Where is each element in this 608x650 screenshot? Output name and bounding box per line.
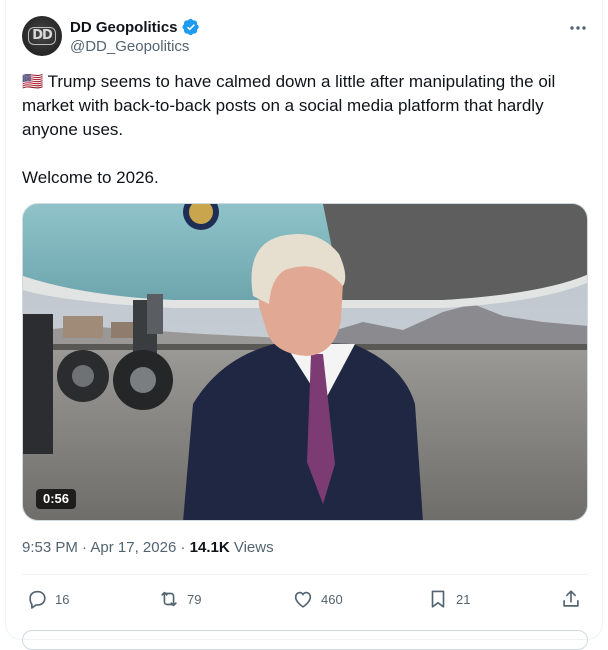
- bookmark-count: 21: [456, 591, 471, 607]
- action-bar: 16 79 460 21: [22, 586, 588, 612]
- like-button[interactable]: 460: [292, 586, 343, 612]
- like-count: 460: [321, 591, 343, 607]
- share-button[interactable]: [560, 586, 582, 612]
- meta-separator: ·: [176, 539, 190, 556]
- tweet-time[interactable]: 9:53 PM: [22, 539, 78, 556]
- bookmark-icon: [431, 590, 445, 608]
- avatar-logo: DD: [28, 27, 56, 45]
- avatar[interactable]: DD: [22, 16, 62, 56]
- name-row: DD Geopolitics: [70, 17, 200, 37]
- meta-separator: ·: [77, 539, 91, 556]
- heart-icon: [294, 591, 312, 608]
- repost-icon: [161, 591, 177, 607]
- share-icon: [563, 590, 579, 607]
- verified-badge-icon: [182, 18, 200, 36]
- views-count: 14.1K: [189, 539, 230, 556]
- author-handle[interactable]: @DD_Geopolitics: [70, 38, 200, 55]
- tweet-body: Trump seems to have calmed down a little…: [22, 72, 556, 187]
- reply-composer[interactable]: [22, 630, 588, 650]
- video-thumbnail: [23, 204, 587, 520]
- divider: [22, 574, 588, 575]
- tweet-text: 🇺🇸 Trump seems to have calmed down a lit…: [22, 70, 582, 190]
- repost-button[interactable]: 79: [158, 586, 201, 612]
- reply-button[interactable]: 16: [26, 586, 69, 612]
- bookmark-button[interactable]: 21: [427, 586, 470, 612]
- repost-count: 79: [187, 591, 202, 607]
- author-block: DD Geopolitics @DD_Geopolitics: [70, 17, 200, 55]
- tweet-meta: 9:53 PM · Apr 17, 2026 · 14.1K Views: [22, 538, 274, 558]
- views-label: Views: [233, 539, 274, 556]
- author-name[interactable]: DD Geopolitics: [70, 19, 178, 36]
- reply-count: 16: [55, 591, 70, 607]
- video-duration-badge: 0:56: [36, 489, 77, 509]
- us-flag-emoji: 🇺🇸: [22, 72, 44, 91]
- tweet-date[interactable]: Apr 17, 2026: [90, 539, 176, 556]
- video-player[interactable]: 0:56: [22, 203, 588, 521]
- more-options-icon[interactable]: [566, 18, 590, 38]
- reply-icon: [29, 590, 46, 609]
